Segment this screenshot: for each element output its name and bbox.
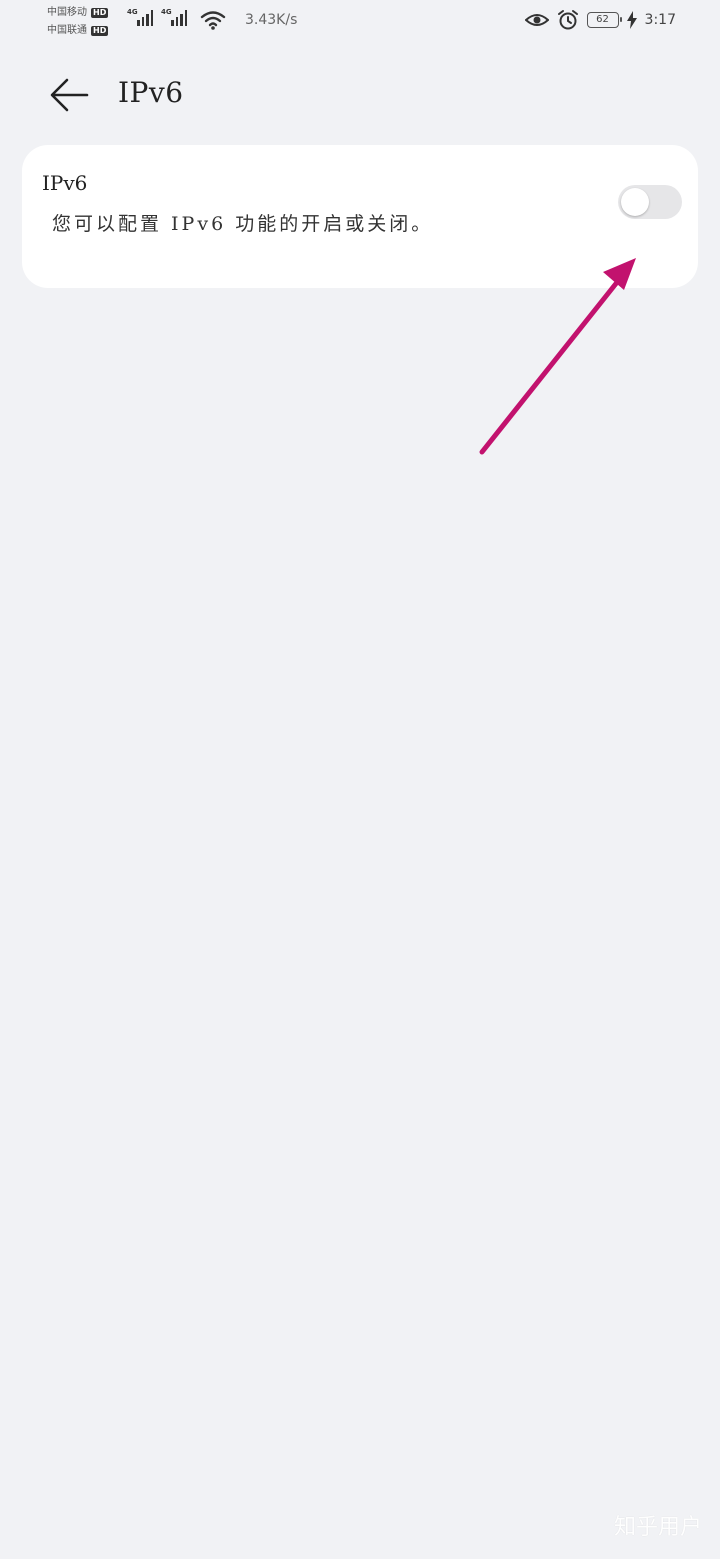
network-type-label: 4G	[127, 8, 138, 16]
eye-icon	[524, 14, 549, 26]
signal-icon: 4G	[127, 8, 153, 26]
network-type-label: 4G	[161, 8, 172, 16]
alarm-icon	[557, 10, 578, 30]
wifi-icon	[200, 11, 226, 30]
ipv6-item-description: 您可以配置 IPv6 功能的开启或关闭。	[52, 213, 434, 235]
back-button[interactable]	[44, 72, 94, 118]
status-icons-right: 62 3:17	[524, 9, 676, 31]
page-header: IPv6	[0, 60, 720, 130]
watermark: 知乎用户	[613, 1515, 702, 1540]
clock-time: 3:17	[644, 12, 676, 28]
ipv6-toggle-switch[interactable]	[618, 185, 682, 219]
toggle-knob	[621, 188, 649, 216]
net-speed: 3.43K/s	[245, 12, 298, 28]
status-bar: 中国移动 HD 中国联通 HD 4G 4G 3.43K/s 62 3:17	[0, 0, 720, 44]
signal-group: 4G 4G	[127, 8, 187, 26]
ipv6-settings-card: IPv6 您可以配置 IPv6 功能的开启或关闭。	[22, 145, 698, 288]
battery-icon: 62	[586, 12, 622, 28]
hd-badge: HD	[91, 26, 109, 36]
hd-badge: HD	[91, 8, 109, 18]
signal-icon: 4G	[161, 8, 187, 26]
carrier-info: 中国移动 HD 中国联通 HD	[47, 4, 109, 40]
carrier-1-label: 中国移动	[47, 7, 87, 18]
back-arrow-icon	[50, 78, 89, 112]
ipv6-item-title: IPv6	[42, 171, 88, 195]
charging-icon	[626, 11, 637, 29]
carrier-2-label: 中国联通	[47, 25, 87, 36]
battery-level: 62	[596, 14, 609, 25]
page-title: IPv6	[118, 76, 184, 109]
